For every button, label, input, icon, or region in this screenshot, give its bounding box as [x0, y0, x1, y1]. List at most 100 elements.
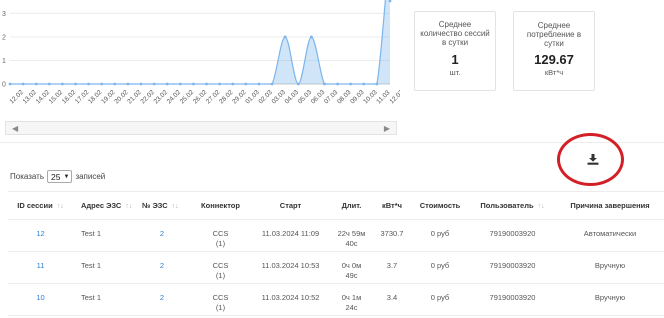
sort-icon: ↑↓ — [56, 203, 64, 210]
data-point — [218, 82, 222, 86]
x-tick-label: 12.03 — [388, 89, 400, 106]
show-suffix-label: записей — [75, 172, 106, 181]
station-number-link[interactable]: 2 — [134, 283, 190, 316]
col-header-reason[interactable]: Причина завершения — [556, 191, 664, 220]
data-point — [34, 82, 38, 86]
col-header-station[interactable]: № ЭЗС ↑↓ — [134, 191, 190, 220]
data-point — [152, 82, 156, 86]
data-point — [61, 82, 64, 86]
end-reason: Вручную — [556, 283, 664, 316]
y-tick-label: 2 — [2, 34, 6, 41]
page-size-select[interactable]: 25 ▼ — [47, 170, 73, 183]
scroll-left-icon[interactable]: ◀ — [12, 124, 18, 133]
data-point — [8, 82, 12, 86]
duration-cell: 0ч 1м 24с — [330, 283, 373, 316]
avg-consumption-card: Среднее потребление в сутки 129.67 кВт*ч — [513, 11, 595, 91]
data-point — [283, 35, 287, 39]
station-number-link[interactable]: 2 — [134, 251, 190, 284]
data-point — [113, 82, 117, 86]
sort-icon: ↑↓ — [125, 203, 133, 210]
data-point — [21, 82, 25, 86]
col-header-connector[interactable]: Коннектор — [190, 191, 251, 220]
table-row: 11 Test 1 2 CCS (1) 11.03.2024 10:53 0ч 0… — [8, 251, 664, 284]
y-tick-label: 0 — [2, 82, 6, 89]
data-point — [178, 82, 182, 86]
energy-kwh: 3730.7 — [373, 219, 411, 252]
connector-cell: CCS (1) — [190, 283, 251, 316]
user-phone: 79190003920 — [469, 251, 556, 284]
data-point — [139, 82, 143, 86]
data-point — [296, 82, 300, 86]
data-point — [362, 82, 366, 86]
chevron-down-icon: ▼ — [63, 173, 70, 180]
session-id-link[interactable]: 11 — [8, 251, 73, 284]
end-reason: Автоматически — [556, 219, 664, 252]
connector-cell: CCS (1) — [190, 219, 251, 252]
station-address: Test 1 — [73, 251, 134, 284]
data-point — [87, 82, 91, 86]
station-number-link[interactable]: 2 — [134, 219, 190, 252]
avg-consumption-unit: кВт*ч — [544, 68, 564, 77]
data-point — [231, 82, 235, 86]
duration-cell: 22ч 59м 40с — [330, 219, 373, 252]
series-line — [10, 0, 386, 85]
avg-consumption-value: 129.67 — [534, 52, 574, 67]
data-point — [323, 82, 326, 86]
scroll-right-icon[interactable]: ▶ — [384, 124, 390, 133]
avg-sessions-value: 1 — [451, 52, 459, 67]
data-point — [47, 82, 51, 86]
data-point — [309, 35, 313, 39]
data-point — [257, 82, 261, 86]
data-point — [192, 82, 195, 86]
station-address: Test 1 — [73, 283, 134, 316]
table-header-row: ID сессии ↑↓ Адрес ЭЗС ↑↓ № ЭЗС ↑↓ Коннекто… — [8, 191, 664, 220]
col-header-user[interactable]: Пользователь ↑↓ — [469, 191, 556, 220]
page-size-control: Показать 25 ▼ записей — [10, 170, 105, 183]
col-header-address[interactable]: Адрес ЭЗС ↑↓ — [73, 191, 134, 220]
page-size-value: 25 — [51, 171, 61, 182]
table-row: 10 Test 1 2 CCS (1) 11.03.2024 10:52 0ч 1… — [8, 283, 664, 316]
show-prefix-label: Показать — [10, 172, 45, 181]
session-cost: 0 руб — [411, 219, 469, 252]
session-id-link[interactable]: 12 — [8, 219, 73, 252]
x-tick-label: 11.03 — [375, 89, 391, 105]
annotation-circle — [557, 133, 624, 186]
start-time: 11.03.2024 10:52 — [251, 283, 330, 316]
session-cost: 0 руб — [411, 251, 469, 284]
end-reason: Вручную — [556, 251, 664, 284]
data-point — [205, 82, 208, 86]
sessions-table: ID сессии ↑↓ Адрес ЭЗС ↑↓ № ЭЗС ↑↓ Коннекто… — [8, 191, 664, 316]
col-header-duration[interactable]: Длит. — [330, 191, 373, 220]
y-tick-label: 1 — [2, 58, 6, 65]
col-header-start[interactable]: Старт — [251, 191, 330, 220]
avg-sessions-card: Среднее количество сессий в сутки 1 шт. — [414, 11, 496, 91]
start-time: 11.03.2024 10:53 — [251, 251, 330, 284]
avg-consumption-title: Среднее потребление в сутки — [526, 21, 582, 48]
data-point — [270, 82, 274, 86]
data-point — [349, 82, 353, 86]
connector-cell: CCS (1) — [190, 251, 251, 284]
col-header-id[interactable]: ID сессии ↑↓ — [8, 191, 73, 220]
sessions-chart: 012312.0213.0214.0215.0216.0217.0218.021… — [2, 0, 400, 106]
data-point — [100, 82, 104, 86]
duration-cell: 0ч 0м 49с — [330, 251, 373, 284]
energy-kwh: 3.7 — [373, 251, 411, 284]
data-point — [126, 82, 130, 86]
y-tick-label: 3 — [2, 11, 6, 18]
series-area — [10, 0, 390, 84]
col-header-kwh[interactable]: кВт*ч — [373, 191, 411, 220]
data-point — [165, 82, 169, 86]
session-id-link[interactable]: 10 — [8, 283, 73, 316]
sort-icon: ↑↓ — [171, 203, 179, 210]
chart-horizontal-scrollbar[interactable]: ◀ ▶ — [5, 121, 397, 135]
station-address: Test 1 — [73, 219, 134, 252]
user-phone: 79190003920 — [469, 219, 556, 252]
data-point — [336, 82, 339, 86]
sort-icon: ↑↓ — [537, 203, 545, 210]
start-time: 11.03.2024 11:09 — [251, 219, 330, 252]
col-header-cost[interactable]: Стоимость — [411, 191, 469, 220]
user-phone: 79190003920 — [469, 283, 556, 316]
session-cost: 0 руб — [411, 283, 469, 316]
data-point — [244, 82, 248, 86]
table-row: 12 Test 1 2 CCS (1) 11.03.2024 11:09 22ч … — [8, 219, 664, 252]
